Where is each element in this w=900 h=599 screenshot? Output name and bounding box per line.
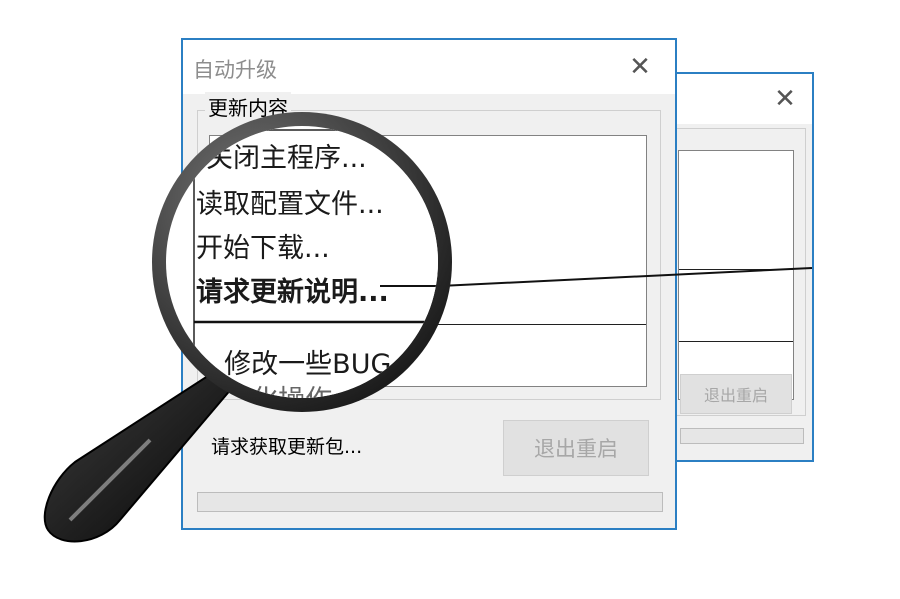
restart-button[interactable]: 退出重启 xyxy=(503,420,649,476)
log-line: 读取配置文件... xyxy=(216,168,321,186)
status-text: 请求获取更新包... xyxy=(211,436,363,458)
progress-bar xyxy=(197,492,663,512)
changelog-line: 1、修改一些BUG xyxy=(216,334,334,352)
back-progress-bar xyxy=(680,428,804,444)
log-line: 请求更新说明... xyxy=(216,216,321,234)
front-window: 自动升级 ✕ 更新内容 关闭主程序... 读取配置文件... 开始下载... 请… xyxy=(181,38,677,530)
changelog-line: 2、优化操作 xyxy=(216,356,301,374)
close-icon[interactable]: ✕ xyxy=(623,54,657,80)
back-restart-button[interactable]: 退出重启 xyxy=(680,374,792,414)
back-listbox[interactable] xyxy=(678,150,794,400)
log-line: 开始下载... xyxy=(216,192,291,210)
log-line: 关闭主程序... xyxy=(216,144,306,162)
update-log-listbox[interactable]: 关闭主程序... 读取配置文件... 开始下载... 请求更新说明... 1、修… xyxy=(209,135,647,387)
back-list-separator-2 xyxy=(679,341,793,342)
window-title: 自动升级 xyxy=(193,58,277,82)
back-list-separator xyxy=(679,269,793,270)
list-separator xyxy=(210,324,646,325)
back-close-icon[interactable]: ✕ xyxy=(772,86,798,112)
group-label: 更新内容 xyxy=(205,92,291,121)
